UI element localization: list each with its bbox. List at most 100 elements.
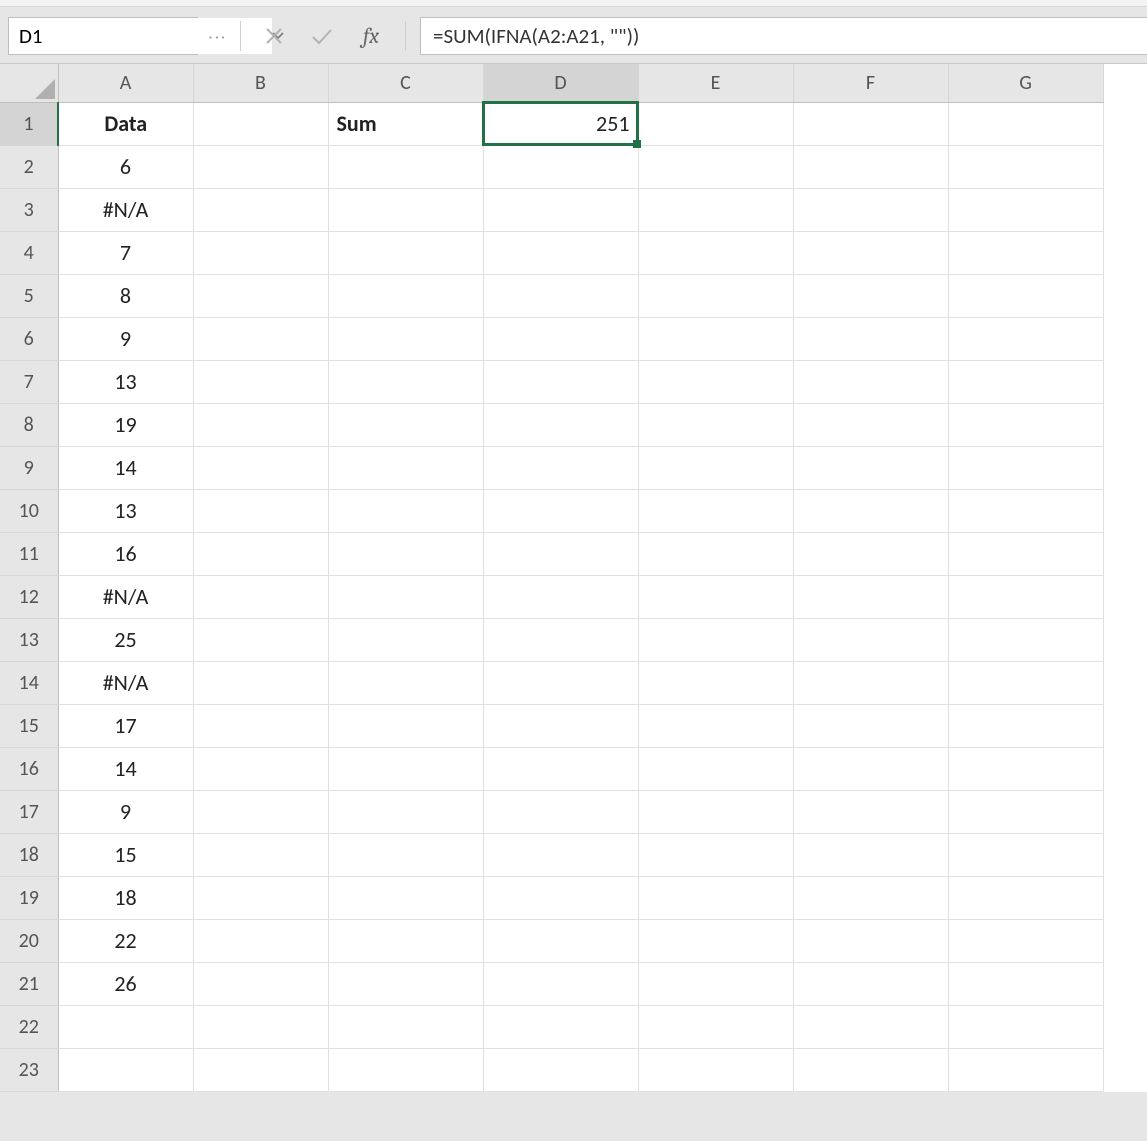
- cell[interactable]: 8: [58, 274, 193, 317]
- col-header-E[interactable]: E: [638, 64, 793, 102]
- cell[interactable]: [948, 403, 1103, 446]
- cell[interactable]: [638, 876, 793, 919]
- cell[interactable]: [638, 618, 793, 661]
- cell[interactable]: [328, 403, 483, 446]
- cell[interactable]: [193, 618, 328, 661]
- cell[interactable]: [483, 231, 638, 274]
- cell[interactable]: [328, 833, 483, 876]
- cell[interactable]: [193, 747, 328, 790]
- row-header[interactable]: 15: [0, 704, 58, 747]
- cell[interactable]: 14: [58, 747, 193, 790]
- cell[interactable]: [328, 274, 483, 317]
- cell[interactable]: [793, 532, 948, 575]
- cell[interactable]: [638, 274, 793, 317]
- cell[interactable]: [483, 145, 638, 188]
- cell[interactable]: [328, 876, 483, 919]
- cell[interactable]: [948, 360, 1103, 403]
- cell[interactable]: [948, 618, 1103, 661]
- cell[interactable]: [193, 575, 328, 618]
- cell[interactable]: [793, 403, 948, 446]
- row-header[interactable]: 12: [0, 575, 58, 618]
- cell[interactable]: [328, 188, 483, 231]
- cell[interactable]: [193, 446, 328, 489]
- row-header[interactable]: 9: [0, 446, 58, 489]
- cell[interactable]: Sum: [328, 102, 483, 145]
- cell[interactable]: [328, 489, 483, 532]
- cell[interactable]: [328, 704, 483, 747]
- row-header[interactable]: 5: [0, 274, 58, 317]
- cell[interactable]: [948, 1048, 1103, 1091]
- col-header-B[interactable]: B: [193, 64, 328, 102]
- cell[interactable]: [638, 145, 793, 188]
- select-all-corner[interactable]: [0, 64, 58, 102]
- cell[interactable]: [328, 661, 483, 704]
- row-header[interactable]: 10: [0, 489, 58, 532]
- cell[interactable]: 9: [58, 317, 193, 360]
- cell[interactable]: [193, 188, 328, 231]
- cell[interactable]: [793, 876, 948, 919]
- row-header[interactable]: 13: [0, 618, 58, 661]
- row-header[interactable]: 21: [0, 962, 58, 1005]
- cell[interactable]: [193, 704, 328, 747]
- cell[interactable]: [193, 919, 328, 962]
- cell[interactable]: [483, 790, 638, 833]
- cell[interactable]: [793, 188, 948, 231]
- cell[interactable]: [793, 575, 948, 618]
- cell[interactable]: [193, 833, 328, 876]
- cell[interactable]: [638, 102, 793, 145]
- cell[interactable]: [638, 962, 793, 1005]
- cell[interactable]: [793, 360, 948, 403]
- cell[interactable]: [483, 274, 638, 317]
- cell[interactable]: [638, 704, 793, 747]
- cell[interactable]: [483, 489, 638, 532]
- cell[interactable]: 13: [58, 360, 193, 403]
- cell[interactable]: [948, 231, 1103, 274]
- row-header[interactable]: 6: [0, 317, 58, 360]
- cell[interactable]: [948, 145, 1103, 188]
- cell[interactable]: [483, 1005, 638, 1048]
- cell[interactable]: [483, 360, 638, 403]
- cell[interactable]: [328, 575, 483, 618]
- cell[interactable]: 14: [58, 446, 193, 489]
- cell[interactable]: [328, 1005, 483, 1048]
- cell[interactable]: [483, 1048, 638, 1091]
- cell[interactable]: [793, 446, 948, 489]
- cell[interactable]: [638, 532, 793, 575]
- cell[interactable]: #N/A: [58, 575, 193, 618]
- cell[interactable]: [638, 188, 793, 231]
- row-header[interactable]: 7: [0, 360, 58, 403]
- cell[interactable]: [193, 1005, 328, 1048]
- cell[interactable]: [793, 274, 948, 317]
- cell[interactable]: [948, 790, 1103, 833]
- cell[interactable]: [328, 532, 483, 575]
- cell[interactable]: 17: [58, 704, 193, 747]
- cell[interactable]: [58, 1005, 193, 1048]
- cell[interactable]: [793, 747, 948, 790]
- cell[interactable]: [193, 876, 328, 919]
- cell[interactable]: [328, 919, 483, 962]
- cell[interactable]: #N/A: [58, 661, 193, 704]
- cell[interactable]: [328, 1048, 483, 1091]
- cell[interactable]: [793, 1005, 948, 1048]
- row-header[interactable]: 23: [0, 1048, 58, 1091]
- row-header[interactable]: 17: [0, 790, 58, 833]
- cell[interactable]: [948, 188, 1103, 231]
- cell[interactable]: [638, 1005, 793, 1048]
- cell[interactable]: [483, 618, 638, 661]
- cell[interactable]: [483, 876, 638, 919]
- cell[interactable]: [793, 919, 948, 962]
- cell[interactable]: [328, 790, 483, 833]
- cell[interactable]: 19: [58, 403, 193, 446]
- cell[interactable]: 15: [58, 833, 193, 876]
- cell[interactable]: 25: [58, 618, 193, 661]
- row-header[interactable]: 18: [0, 833, 58, 876]
- cell[interactable]: [193, 360, 328, 403]
- cell[interactable]: [948, 102, 1103, 145]
- cell[interactable]: [483, 446, 638, 489]
- col-header-F[interactable]: F: [793, 64, 948, 102]
- cell[interactable]: [483, 188, 638, 231]
- cell[interactable]: 22: [58, 919, 193, 962]
- name-box[interactable]: [8, 17, 198, 55]
- cell[interactable]: 6: [58, 145, 193, 188]
- row-header[interactable]: 2: [0, 145, 58, 188]
